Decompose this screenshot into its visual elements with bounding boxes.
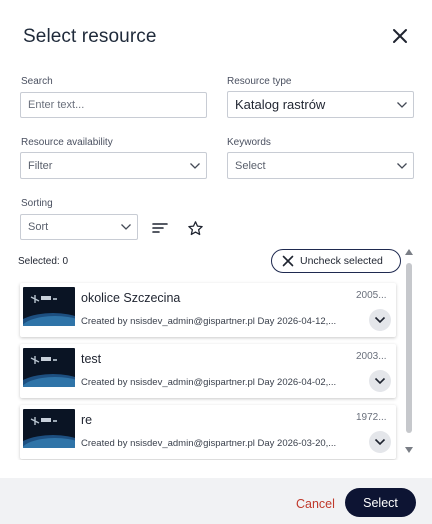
- resource-name: test: [81, 352, 102, 366]
- availability-value: Filter: [28, 159, 53, 172]
- dialog-title: Select resource: [23, 26, 157, 47]
- selected-count: Selected: 0: [18, 256, 69, 267]
- satellite-thumbnail: [23, 409, 75, 448]
- chevron-down-icon: [374, 438, 386, 446]
- resource-meta: Created by nsisdev_admin@gispartner.pl D…: [81, 377, 337, 388]
- resource-card[interactable]: okolice Szczecina 2005... Created by nsi…: [20, 283, 396, 337]
- chevron-down-icon: [374, 377, 386, 385]
- chevron-down-icon: [391, 153, 413, 178]
- expand-button[interactable]: [369, 370, 391, 392]
- chevron-down-icon: [184, 153, 206, 178]
- x-icon: [282, 255, 294, 267]
- resource-year: 1972...: [356, 412, 387, 423]
- resource-name: okolice Szczecina: [81, 291, 181, 305]
- keywords-select[interactable]: Select: [227, 152, 414, 179]
- satellite-thumbnail: [23, 287, 75, 326]
- sort-lines-icon: [152, 223, 168, 233]
- resource-card[interactable]: test 2003... Created by nsisdev_admin@gi…: [20, 344, 396, 398]
- sort-value: Sort: [28, 221, 49, 233]
- scroll-down-arrow-icon[interactable]: [405, 447, 413, 453]
- resource-type-value: Katalog rastrów: [235, 97, 326, 112]
- satellite-thumbnail: [23, 348, 75, 387]
- favorites-button[interactable]: [184, 217, 206, 239]
- list-scrollbar[interactable]: [404, 249, 414, 457]
- select-button[interactable]: Select: [345, 488, 416, 517]
- close-icon: [393, 29, 407, 43]
- uncheck-selected-button[interactable]: Uncheck selected: [271, 249, 401, 273]
- cancel-button[interactable]: Cancel: [296, 497, 335, 511]
- star-outline-icon: [187, 220, 203, 235]
- chevron-down-icon: [391, 92, 413, 117]
- search-input[interactable]: [20, 92, 207, 118]
- expand-button[interactable]: [369, 431, 391, 453]
- resource-year: 2003...: [356, 351, 387, 362]
- resource-meta: Created by nsisdev_admin@gispartner.pl D…: [81, 438, 337, 449]
- search-label: Search: [21, 76, 53, 87]
- dialog-footer: Cancel Select: [0, 478, 432, 524]
- resource-year: 2005...: [356, 290, 387, 301]
- resource-type-select[interactable]: Katalog rastrów: [227, 91, 414, 118]
- scroll-thumb[interactable]: [406, 263, 412, 433]
- scroll-up-arrow-icon[interactable]: [405, 249, 413, 255]
- sort-direction-button[interactable]: [149, 217, 171, 239]
- chevron-down-icon: [115, 215, 137, 239]
- sort-select[interactable]: Sort: [20, 214, 138, 240]
- resource-list: okolice Szczecina 2005... Created by nsi…: [16, 278, 404, 460]
- availability-label: Resource availability: [21, 137, 113, 148]
- uncheck-selected-label: Uncheck selected: [300, 255, 383, 267]
- resource-type-label: Resource type: [227, 76, 292, 87]
- resource-name: re: [81, 413, 93, 427]
- keywords-label: Keywords: [227, 137, 271, 148]
- sorting-label: Sorting: [21, 198, 53, 209]
- expand-button[interactable]: [369, 309, 391, 331]
- close-button[interactable]: [389, 25, 411, 47]
- dialog-header: Select resource: [0, 0, 432, 72]
- availability-select[interactable]: Filter: [20, 152, 207, 179]
- resource-card[interactable]: re 1972... Created by nsisdev_admin@gisp…: [20, 405, 396, 459]
- chevron-down-icon: [374, 316, 386, 324]
- resource-meta: Created by nsisdev_admin@gispartner.pl D…: [81, 316, 337, 327]
- keywords-value: Select: [235, 159, 266, 172]
